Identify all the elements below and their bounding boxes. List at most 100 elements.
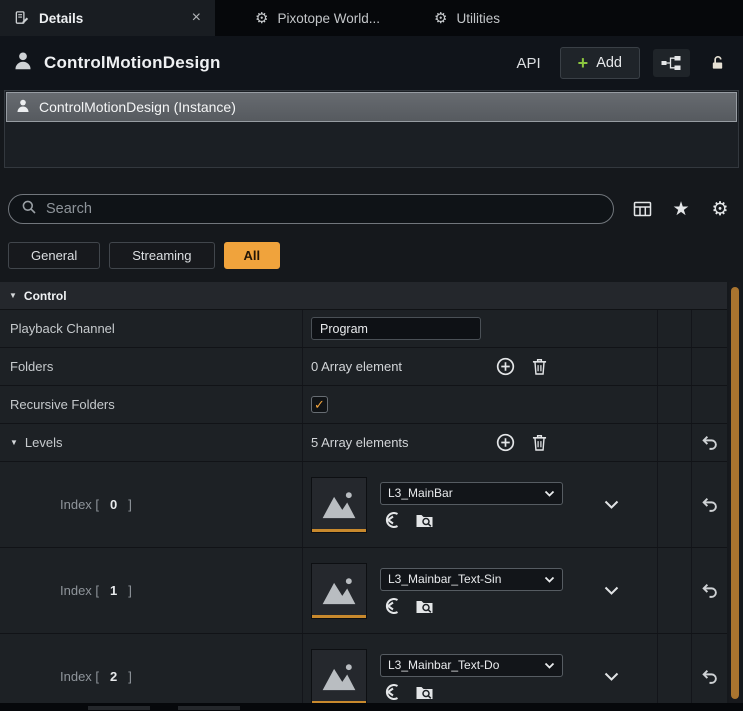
- dropdown-value: L3_Mainbar_Text-Sin: [388, 572, 540, 586]
- row-reset-cell: [691, 348, 727, 385]
- asset-thumbnail[interactable]: [311, 477, 367, 533]
- instance-row[interactable]: ControlMotionDesign (Instance): [6, 92, 737, 122]
- panel-header: ControlMotionDesign API + Add: [0, 36, 743, 90]
- tab-bar: Details × ⚙ Pixotope World... ⚙ Utilitie…: [0, 0, 743, 36]
- add-button[interactable]: + Add: [560, 47, 640, 79]
- chevron-down-icon: [544, 490, 555, 497]
- section-control[interactable]: ▼ Control: [0, 282, 727, 310]
- row-spacer: [657, 548, 691, 633]
- property-value: 5 Array elements: [302, 424, 657, 461]
- bottom-edge-fragment: [88, 706, 150, 710]
- property-label-text: Folders: [10, 359, 53, 374]
- revert-icon[interactable]: [701, 583, 718, 598]
- property-row-recursive-folders: Recursive Folders ✓: [0, 386, 727, 424]
- level-asset-dropdown[interactable]: L3_MainBar: [380, 482, 563, 505]
- row-reset-cell: [691, 634, 727, 703]
- use-selected-asset-icon[interactable]: [383, 684, 402, 700]
- playback-channel-input[interactable]: [311, 317, 481, 340]
- thumbnail-accent-bar: [312, 529, 366, 532]
- scrollbar-thumb[interactable]: [731, 287, 739, 699]
- level-row-2: Index [ 2 ] L3_Mainbar_Text-Do: [0, 634, 727, 703]
- revert-icon[interactable]: [701, 435, 718, 450]
- tab-label: Pixotope World...: [277, 11, 380, 26]
- property-label-text: Recursive Folders: [10, 397, 115, 412]
- search-icon: [21, 199, 37, 220]
- row-spacer: [657, 424, 691, 461]
- tab-label: Utilities: [456, 11, 500, 26]
- level-asset-dropdown[interactable]: L3_Mainbar_Text-Do: [380, 654, 563, 677]
- pixotope-tab-icon: ⚙: [255, 11, 268, 26]
- chevron-down-icon: [544, 662, 555, 669]
- levels-expander[interactable]: ▼ Levels: [0, 424, 302, 461]
- vertical-scrollbar[interactable]: [729, 282, 741, 703]
- row-reset-cell: [691, 386, 727, 423]
- search-input[interactable]: [46, 201, 601, 217]
- tab-details[interactable]: Details ×: [0, 0, 215, 36]
- mountain-icon: [319, 573, 359, 609]
- row-spacer: [657, 348, 691, 385]
- triangle-down-icon: ▼: [9, 292, 17, 300]
- filter-all[interactable]: All: [224, 242, 281, 269]
- check-icon: ✓: [314, 398, 325, 411]
- property-label-text: Levels: [25, 435, 63, 450]
- level-label: Index [ 1 ]: [0, 548, 302, 633]
- asset-icon-row: [380, 684, 563, 700]
- row-spacer: [657, 462, 691, 547]
- filter-streaming[interactable]: Streaming: [109, 242, 214, 269]
- tab-pixotope-world[interactable]: ⚙ Pixotope World...: [241, 0, 394, 36]
- row-spacer: [657, 310, 691, 347]
- header-actions: API + Add: [510, 47, 731, 79]
- actor-icon: [12, 50, 34, 77]
- asset-thumbnail[interactable]: [311, 649, 367, 704]
- index-number: 1: [110, 583, 117, 598]
- chevron-down-icon: [544, 576, 555, 583]
- lock-icon: [710, 55, 725, 71]
- column-view-icon[interactable]: [631, 201, 653, 217]
- property-grid: ▼ Control Playback Channel Folders 0 Arr…: [0, 282, 727, 703]
- asset-thumbnail[interactable]: [311, 563, 367, 619]
- settings-gear-icon[interactable]: ⚙: [709, 200, 731, 219]
- array-actions: [496, 357, 547, 376]
- details-panel: Details × ⚙ Pixotope World... ⚙ Utilitie…: [0, 0, 743, 711]
- level-row-1: Index [ 1 ] L3_Mainbar_Text-Sin: [0, 548, 727, 634]
- dropdown-value: L3_Mainbar_Text-Do: [388, 658, 540, 672]
- expand-chevron-icon[interactable]: [604, 500, 619, 509]
- use-selected-asset-icon[interactable]: [383, 512, 402, 528]
- plus-icon: +: [578, 54, 589, 72]
- array-count-text: 0 Array element: [311, 359, 496, 374]
- level-asset-dropdown[interactable]: L3_Mainbar_Text-Sin: [380, 568, 563, 591]
- expand-chevron-icon[interactable]: [604, 586, 619, 595]
- page-title: ControlMotionDesign: [44, 53, 221, 73]
- add-element-icon[interactable]: [496, 433, 515, 452]
- triangle-down-icon: ▼: [10, 439, 18, 447]
- trash-icon[interactable]: [532, 434, 547, 451]
- section-title: Control: [24, 289, 67, 303]
- trash-icon[interactable]: [532, 358, 547, 375]
- index-suffix: ]: [128, 497, 132, 512]
- revert-icon[interactable]: [701, 669, 718, 684]
- api-button[interactable]: API: [510, 51, 546, 76]
- blueprint-graph-button[interactable]: [653, 49, 690, 77]
- close-icon[interactable]: ×: [192, 9, 201, 27]
- level-label: Index [ 2 ]: [0, 634, 302, 703]
- revert-icon[interactable]: [701, 497, 718, 512]
- add-button-label: Add: [596, 55, 622, 71]
- expand-chevron-icon[interactable]: [604, 672, 619, 681]
- instance-list: ControlMotionDesign (Instance): [4, 90, 739, 168]
- property-label: Playback Channel: [0, 310, 302, 347]
- lock-button[interactable]: [703, 49, 731, 77]
- favorites-star-icon[interactable]: ★: [670, 200, 692, 219]
- recursive-folders-checkbox[interactable]: ✓: [311, 396, 328, 413]
- property-value: ✓: [302, 386, 657, 423]
- filter-general[interactable]: General: [8, 242, 100, 269]
- browse-to-asset-icon[interactable]: [415, 684, 434, 700]
- add-element-icon[interactable]: [496, 357, 515, 376]
- browse-to-asset-icon[interactable]: [415, 598, 434, 614]
- use-selected-asset-icon[interactable]: [383, 598, 402, 614]
- row-reset-cell: [691, 424, 727, 461]
- thumbnail-accent-bar: [312, 615, 366, 618]
- tab-label: Details: [39, 11, 83, 26]
- tab-utilities[interactable]: ⚙ Utilities: [420, 0, 514, 36]
- asset-controls: L3_Mainbar_Text-Do: [380, 654, 563, 700]
- browse-to-asset-icon[interactable]: [415, 512, 434, 528]
